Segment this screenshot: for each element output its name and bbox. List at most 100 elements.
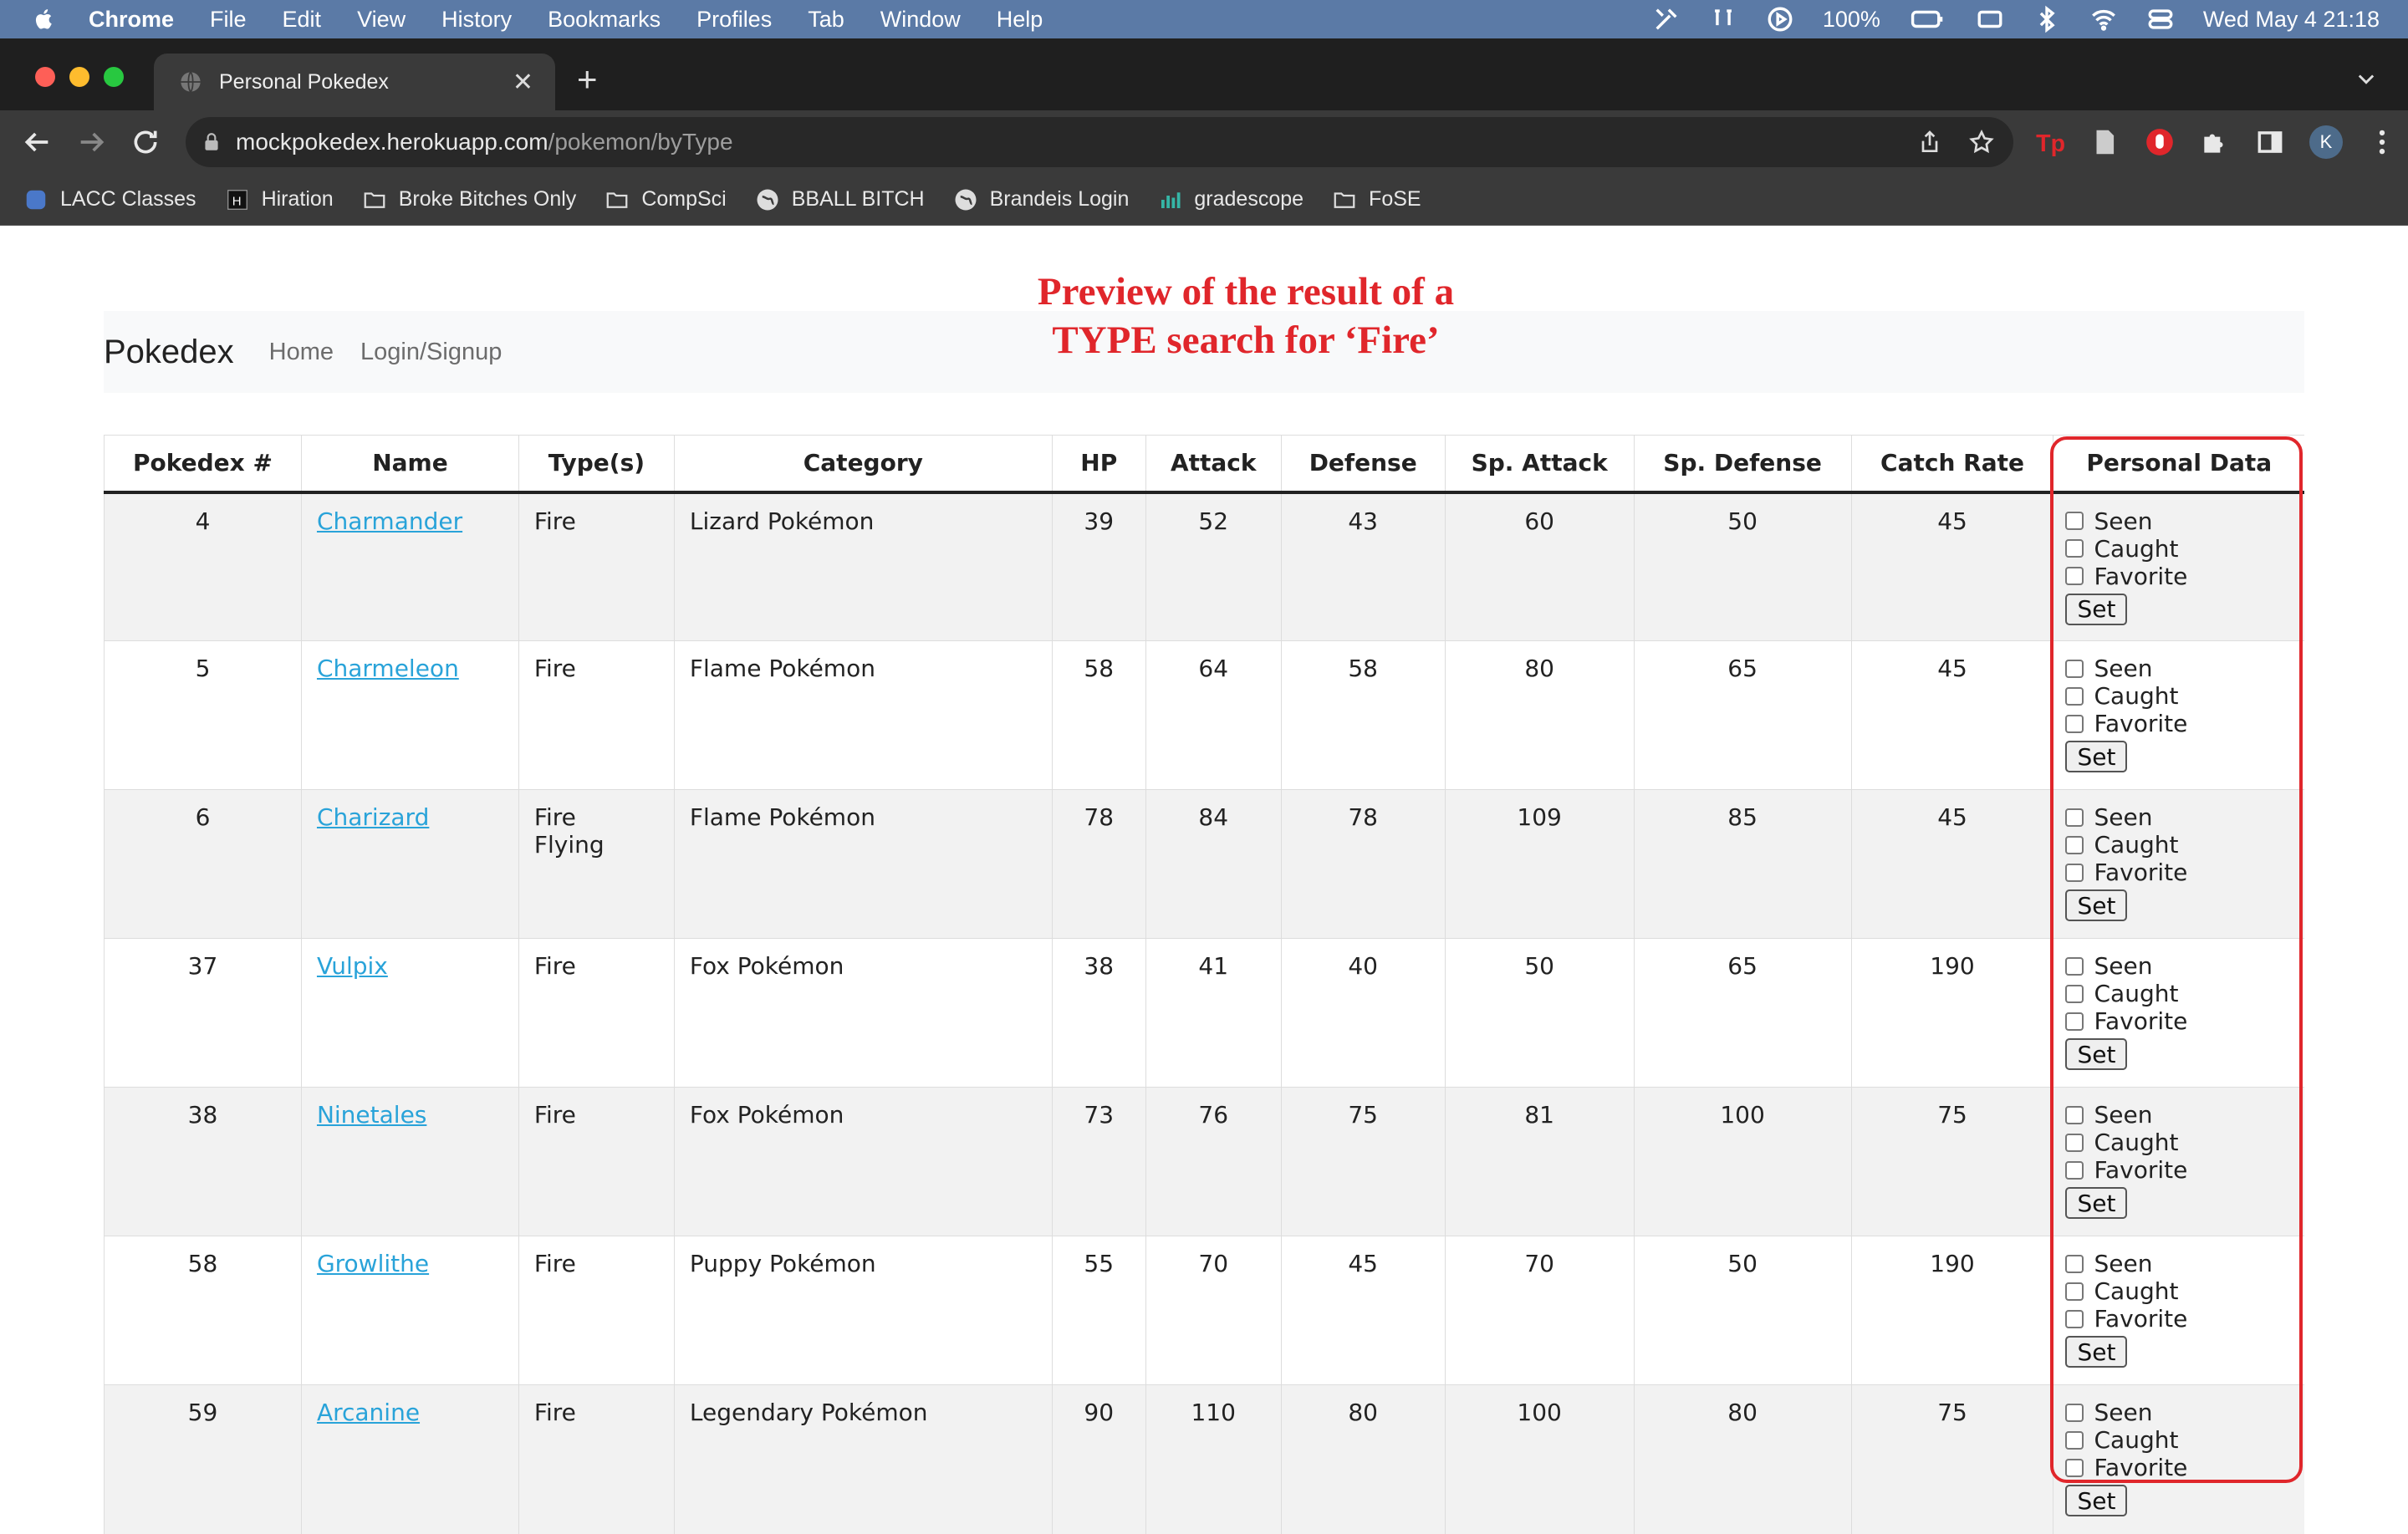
sidebar-icon[interactable] (2254, 126, 2286, 158)
bookmark-bball[interactable]: BBALL BITCH (755, 187, 925, 212)
bookmark-lacc-classes[interactable]: LACC Classes (23, 187, 196, 212)
close-window-button[interactable] (35, 67, 55, 87)
menu-chrome[interactable]: Chrome (89, 7, 174, 33)
favorite-checkbox[interactable] (2065, 714, 2084, 733)
share-icon[interactable] (1916, 129, 1943, 155)
caught-checkbox[interactable] (2065, 686, 2084, 706)
apple-logo-icon[interactable] (32, 7, 57, 32)
pokemon-name-link[interactable]: Vulpix (317, 952, 388, 980)
close-tab-icon[interactable]: ✕ (513, 70, 533, 95)
tab-title: Personal Pokedex (219, 69, 389, 94)
bookmark-folder-broke[interactable]: Broke Bitches Only (362, 187, 576, 212)
caught-label: Caught (2094, 1426, 2179, 1454)
puzzle-extensions-icon[interactable] (2199, 126, 2231, 158)
menu-tab[interactable]: Tab (808, 7, 844, 33)
menu-help[interactable]: Help (997, 7, 1043, 33)
pokedex-num-cell: 6 (104, 789, 302, 939)
nav-home-link[interactable]: Home (269, 339, 334, 366)
tab-personal-pokedex[interactable]: Personal Pokedex ✕ (154, 54, 555, 110)
caught-label: Caught (2094, 831, 2179, 859)
kebab-menu-icon[interactable] (2366, 126, 2398, 158)
menu-edit[interactable]: Edit (283, 7, 322, 33)
pokemon-name-link[interactable]: Growlithe (317, 1250, 429, 1277)
pokemon-name-link[interactable]: Charmander (317, 507, 462, 535)
menu-profiles[interactable]: Profiles (696, 7, 772, 33)
seen-checkbox[interactable] (2065, 956, 2084, 976)
bookmark-folder-fose[interactable]: FoSE (1332, 187, 1421, 212)
menu-bookmarks[interactable]: Bookmarks (548, 7, 661, 33)
caught-checkbox[interactable] (2065, 1282, 2084, 1301)
favorite-label: Favorite (2094, 710, 2188, 737)
favorite-checkbox[interactable] (2065, 1309, 2084, 1328)
chevron-down-icon[interactable] (2354, 67, 2378, 90)
zoom-window-button[interactable] (104, 67, 124, 87)
favorite-checkbox[interactable] (2065, 1160, 2084, 1180)
set-button[interactable]: Set (2065, 1187, 2128, 1219)
favorite-checkbox[interactable] (2065, 567, 2084, 585)
caught-checkbox[interactable] (2065, 1430, 2084, 1450)
new-tab-icon[interactable]: + (577, 62, 598, 97)
pokemon-name-link[interactable]: Ninetales (317, 1101, 426, 1129)
caught-checkbox[interactable] (2065, 539, 2084, 558)
bookmark-gradescope[interactable]: gradescope (1157, 187, 1303, 212)
set-button[interactable]: Set (2065, 741, 2128, 772)
document-extension-icon[interactable] (2089, 126, 2120, 158)
hand-extension-icon[interactable] (2144, 126, 2176, 158)
seen-checkbox[interactable] (2065, 1254, 2084, 1273)
bluetooth-icon[interactable] (2033, 5, 2061, 33)
set-button[interactable]: Set (2065, 1038, 2128, 1070)
menu-file[interactable]: File (210, 7, 247, 33)
seen-checkbox[interactable] (2065, 659, 2084, 678)
favorite-checkbox[interactable] (2065, 863, 2084, 882)
play-icon[interactable] (1766, 5, 1794, 33)
tools-icon[interactable] (1652, 5, 1681, 33)
name-cell: Charmeleon (300, 640, 519, 790)
pokemon-name-link[interactable]: Charmeleon (317, 655, 459, 682)
wifi-icon[interactable] (2089, 5, 2118, 33)
browser-toolbar: mockpokedex.herokuapp.com/pokemon/byType… (0, 110, 2408, 174)
control-center-icon[interactable] (2146, 5, 2175, 33)
bookmark-folder-compsci[interactable]: CompSci (605, 187, 727, 212)
bookmark-hiration[interactable]: H Hiration (225, 187, 334, 212)
seen-checkbox[interactable] (2065, 1105, 2084, 1124)
defense-cell: 80 (1280, 1384, 1446, 1534)
profile-avatar[interactable]: K (2309, 125, 2343, 159)
caught-checkbox[interactable] (2065, 1133, 2084, 1152)
battery-icon[interactable] (1909, 5, 1947, 33)
catch-rate-cell: 75 (1850, 1384, 2053, 1534)
set-button[interactable]: Set (2065, 889, 2128, 921)
caught-checkbox[interactable] (2065, 984, 2084, 1003)
display-icon[interactable] (1976, 5, 2004, 33)
lock-icon[interactable] (201, 131, 222, 153)
set-button[interactable]: Set (2065, 593, 2128, 625)
forward-arrow-icon[interactable] (75, 125, 109, 159)
airpods-icon[interactable] (1709, 5, 1737, 33)
favorite-label: Favorite (2094, 1007, 2188, 1035)
back-arrow-icon[interactable] (20, 125, 54, 159)
minimize-window-button[interactable] (69, 67, 89, 87)
brand-link[interactable]: Pokedex (104, 334, 234, 371)
pokemon-name-link[interactable]: Charizard (317, 803, 429, 831)
seen-checkbox[interactable] (2065, 512, 2084, 530)
bookmark-brandeis[interactable]: Brandeis Login (953, 187, 1129, 212)
seen-checkbox[interactable] (2065, 1403, 2084, 1422)
clock[interactable]: Wed May 4 21:18 (2203, 7, 2380, 33)
address-bar[interactable]: mockpokedex.herokuapp.com/pokemon/byType (186, 117, 2013, 167)
seen-label: Seen (2094, 952, 2153, 980)
set-button[interactable]: Set (2065, 1485, 2128, 1516)
favorite-checkbox[interactable] (2065, 1458, 2084, 1477)
caught-checkbox[interactable] (2065, 835, 2084, 854)
menu-window[interactable]: Window (880, 7, 961, 33)
reload-icon[interactable] (129, 125, 162, 159)
seen-checkbox[interactable] (2065, 808, 2084, 827)
star-icon[interactable] (1968, 129, 1995, 155)
favorite-checkbox[interactable] (2065, 1012, 2084, 1031)
tp-extension-icon[interactable]: Tp (2033, 126, 2065, 158)
seen-label: Seen (2094, 803, 2153, 831)
set-button[interactable]: Set (2065, 1336, 2128, 1368)
nav-login-link[interactable]: Login/Signup (360, 339, 502, 366)
menu-view[interactable]: View (357, 7, 406, 33)
hp-cell: 58 (1051, 640, 1146, 790)
menu-history[interactable]: History (441, 7, 512, 33)
pokemon-name-link[interactable]: Arcanine (317, 1399, 420, 1426)
